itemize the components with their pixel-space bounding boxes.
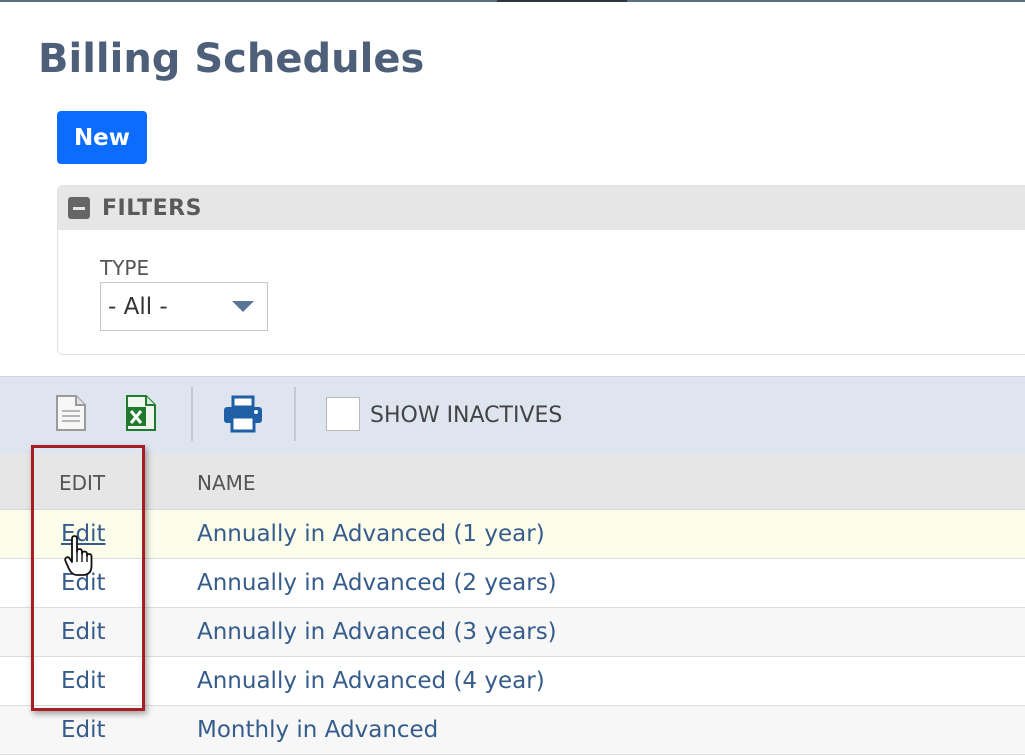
table-row: Edit Annually in Advanced (3 years)	[0, 608, 1025, 657]
table-row: Edit Annually in Advanced (2 years)	[0, 559, 1025, 608]
type-filter-value: - All -	[108, 293, 168, 320]
schedule-name-link[interactable]: Monthly in Advanced	[197, 717, 438, 743]
filters-panel: FILTERS TYPE - All -	[57, 185, 1025, 355]
column-header-name[interactable]: NAME	[197, 471, 256, 495]
edit-link[interactable]: Edit	[61, 717, 106, 743]
page-title: Billing Schedules	[38, 36, 425, 82]
table-row: Edit Annually in Advanced (4 year)	[0, 657, 1025, 706]
filters-header[interactable]: FILTERS	[58, 186, 1025, 230]
print-icon[interactable]	[222, 395, 264, 437]
filters-label: FILTERS	[102, 195, 202, 221]
edit-link[interactable]: Edit	[61, 619, 106, 645]
table-header: EDIT NAME	[0, 454, 1025, 510]
type-filter-label: TYPE	[100, 256, 150, 280]
toolbar-divider	[191, 387, 193, 441]
schedule-name-link[interactable]: Annually in Advanced (4 year)	[197, 668, 545, 694]
excel-export-icon[interactable]	[124, 395, 158, 435]
document-icon[interactable]	[54, 395, 88, 435]
new-button[interactable]: New	[57, 111, 147, 164]
list-toolbar: SHOW INACTIVES	[0, 376, 1025, 454]
edit-link[interactable]: Edit	[61, 668, 106, 694]
hand-cursor-icon	[64, 535, 94, 581]
schedule-name-link[interactable]: Annually in Advanced (3 years)	[197, 619, 557, 645]
type-filter-select[interactable]: - All -	[100, 282, 268, 331]
table-row: Edit Monthly in Advanced	[0, 706, 1025, 755]
collapse-minus-icon[interactable]	[68, 197, 90, 219]
schedule-name-link[interactable]: Annually in Advanced (2 years)	[197, 570, 557, 596]
schedule-name-link[interactable]: Annually in Advanced (1 year)	[197, 521, 545, 547]
chevron-down-icon[interactable]	[232, 301, 254, 312]
top-border-accent	[497, 0, 627, 2]
table-row: Edit Annually in Advanced (1 year)	[0, 510, 1025, 559]
toolbar-divider	[294, 387, 296, 441]
show-inactives-label[interactable]: SHOW INACTIVES	[370, 403, 562, 428]
show-inactives-checkbox[interactable]	[326, 397, 360, 431]
column-header-edit[interactable]: EDIT	[59, 471, 105, 495]
